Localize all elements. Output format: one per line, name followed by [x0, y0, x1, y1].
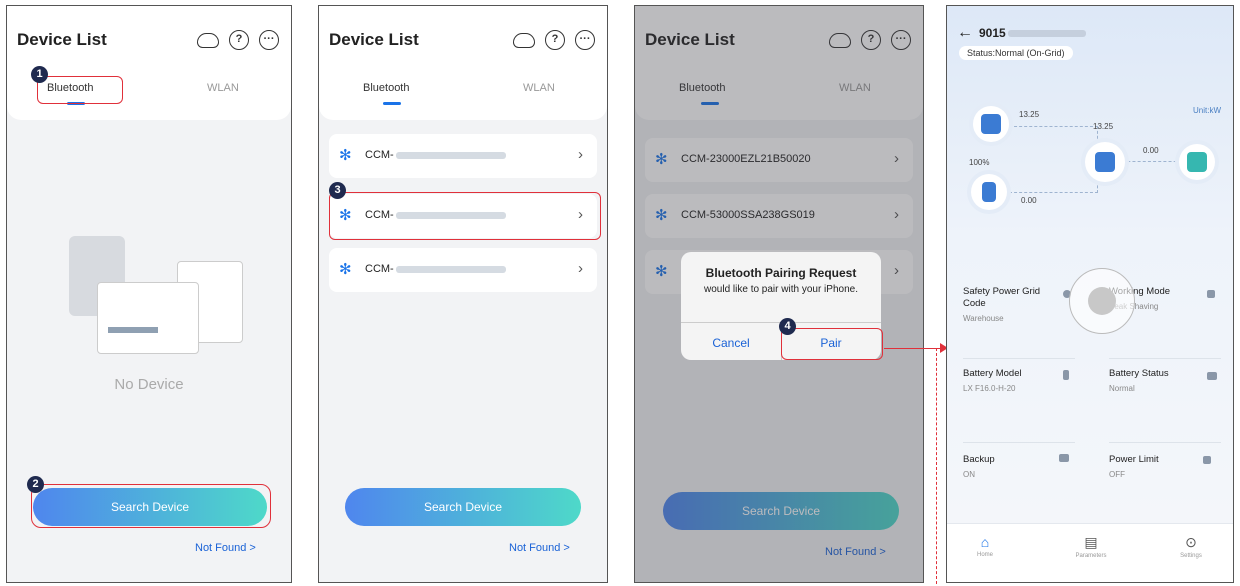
tab-bluetooth[interactable]: Bluetooth: [363, 82, 409, 94]
status-badge: Status:Normal (On-Grid): [959, 46, 1073, 60]
card-key: Battery Status: [1109, 368, 1169, 379]
not-found-link[interactable]: Not Found >: [509, 542, 570, 554]
home-icon: ⌂: [980, 534, 990, 550]
header: Device List ? ··· Bluetooth WLAN: [319, 6, 607, 120]
more-icon: ⊙: [1185, 534, 1197, 550]
card-key: Battery Model: [963, 368, 1022, 379]
cloud-icon[interactable]: [513, 33, 535, 48]
card-key: Safety Power Grid Code: [963, 286, 1041, 309]
info-card[interactable]: Safety Power Grid Code Warehouse: [963, 286, 1063, 323]
page-title: Device List: [17, 30, 107, 49]
nav-parameters[interactable]: ▤ Parameters: [1061, 534, 1121, 559]
bluetooth-icon: ✻: [339, 147, 352, 164]
divider: [963, 358, 1075, 359]
unit-label: Unit:kW: [1193, 106, 1221, 115]
help-icon[interactable]: ?: [545, 30, 565, 50]
divider: [1109, 358, 1221, 359]
device-name: CCM-: [365, 263, 394, 275]
document-icon: ▤: [1084, 534, 1098, 550]
backup-icon: [1059, 454, 1069, 462]
dashed-guide-line: [936, 348, 937, 584]
nav-settings[interactable]: ⊙ Settings: [1161, 534, 1221, 559]
page-title: Device List: [329, 30, 419, 49]
not-found-link[interactable]: Not Found >: [195, 542, 256, 554]
redacted-serial: [395, 151, 506, 159]
nav-home[interactable]: ⌂ Home: [955, 534, 1015, 558]
flow-value: 0.00: [1021, 196, 1037, 205]
battery-icon: [1063, 370, 1069, 380]
card-value: Normal: [1109, 384, 1135, 393]
step-badge: 4: [779, 318, 796, 335]
info-card[interactable]: Backup ON: [963, 454, 1063, 479]
grid-node-icon: [1179, 144, 1215, 180]
more-icon[interactable]: ···: [575, 30, 595, 50]
device-serial: 9015: [979, 26, 1006, 40]
list-item[interactable]: ✻ CCM- ›: [329, 134, 597, 178]
back-arrow-icon[interactable]: ←: [957, 24, 973, 42]
step-badge: 2: [27, 476, 44, 493]
power-limit-icon: [1203, 456, 1211, 464]
nav-label: Settings: [1180, 553, 1202, 559]
info-card[interactable]: Battery Model LX F16.0-H-20: [963, 368, 1063, 393]
help-icon[interactable]: ?: [229, 30, 249, 50]
more-icon[interactable]: ···: [259, 30, 279, 50]
divider: [1109, 442, 1221, 443]
bottom-nav: ⌂ Home ▤ Parameters ⊙ Settings: [947, 523, 1233, 582]
card-value: OFF: [1109, 470, 1125, 479]
flow-value: 13.25: [1019, 110, 1040, 119]
touch-indicator: [1069, 268, 1135, 334]
card-value: Warehouse: [963, 314, 1004, 323]
search-device-button[interactable]: Search Device: [345, 488, 581, 526]
flow-value: 100%: [969, 158, 990, 167]
home-node-icon: [1085, 142, 1125, 182]
tab-underline: [383, 102, 401, 105]
flow-value: 13.25: [1093, 122, 1114, 131]
dialog-title: Bluetooth Pairing Request: [705, 266, 857, 280]
highlight-box: [329, 192, 601, 240]
phone-screen-device-list-empty: Device List ? ··· Bluetooth WLAN 1 No De…: [6, 5, 292, 583]
redacted-serial: [1007, 30, 1086, 38]
highlight-box: [37, 76, 123, 104]
tab-wlan[interactable]: WLAN: [523, 82, 555, 94]
nav-label: Parameters: [1075, 553, 1107, 559]
highlight-box: [31, 484, 271, 528]
flow-value: 0.00: [1143, 146, 1159, 155]
info-card[interactable]: Power Limit OFF: [1109, 454, 1209, 479]
card-key: Backup: [963, 454, 995, 465]
card-value: LX F16.0-H-20: [963, 384, 1016, 393]
nav-label: Home: [976, 552, 993, 558]
divider: [963, 442, 1075, 443]
step-badge: 1: [31, 66, 48, 83]
list-item[interactable]: ✻ CCM- ›: [329, 248, 597, 292]
header: Device List ? ··· Bluetooth WLAN 1: [7, 6, 291, 120]
battery-node-icon: [971, 174, 1007, 210]
phone-screen-device-list-results: Device List ? ··· Bluetooth WLAN ✻ CCM- …: [318, 5, 608, 583]
card-value: ON: [963, 470, 975, 479]
bluetooth-icon: ✻: [339, 261, 352, 278]
chevron-right-icon: ›: [578, 146, 583, 163]
connector-line: [884, 348, 942, 349]
cloud-icon[interactable]: [197, 33, 219, 48]
cancel-button[interactable]: Cancel: [681, 336, 781, 350]
step-badge: 3: [329, 182, 346, 199]
pv-node-icon: [973, 106, 1009, 142]
empty-state-text: No Device: [114, 376, 184, 393]
flow-line: [1117, 161, 1187, 162]
device-name: CCM-: [365, 149, 394, 161]
phone-screen-device-home: ← 9015 Status:Normal (On-Grid) Unit:kW 1…: [946, 5, 1234, 583]
card-key: Power Limit: [1109, 454, 1159, 465]
working-mode-icon: [1207, 290, 1215, 298]
device-illustration: [97, 282, 199, 354]
info-card[interactable]: Battery Status Normal: [1109, 368, 1209, 393]
phone-screen-pairing: Device List ? ··· Bluetooth WLAN ✻ CCM-2…: [634, 5, 924, 583]
battery-status-icon: [1207, 372, 1217, 380]
chevron-right-icon: ›: [578, 260, 583, 277]
tab-wlan[interactable]: WLAN: [207, 82, 239, 94]
highlight-box: [781, 328, 883, 360]
dialog-message: would like to pair with your iPhone.: [704, 284, 858, 295]
redacted-serial: [395, 265, 506, 273]
